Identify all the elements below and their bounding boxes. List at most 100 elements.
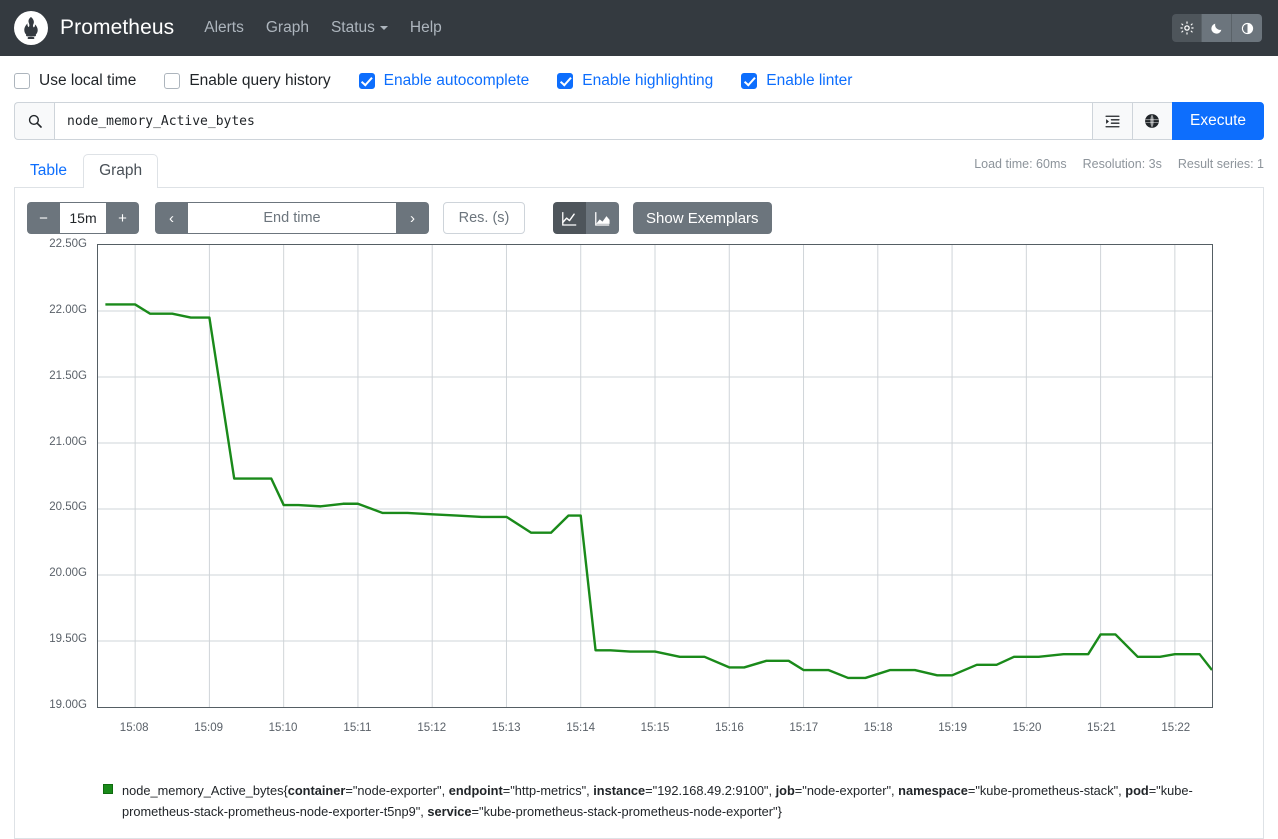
y-axis-tick-label: 20.50G [49, 501, 87, 513]
execute-button[interactable]: Execute [1172, 102, 1264, 140]
tab-graph[interactable]: Graph [83, 154, 158, 188]
enable-highlighting-label: Enable highlighting [582, 72, 713, 90]
option-enable-autocomplete[interactable]: Enable autocomplete [359, 72, 530, 90]
theme-dark-button[interactable] [1202, 14, 1232, 42]
y-axis-tick-label: 22.50G [49, 238, 87, 250]
x-axis-tick-label: 15:08 [120, 722, 149, 734]
load-time-text: Load time: 60ms [974, 157, 1066, 171]
metrics-explorer-button[interactable] [1132, 102, 1172, 140]
chart-type-line-button[interactable] [553, 202, 586, 234]
x-axis-tick-label: 15:20 [1013, 722, 1042, 734]
graph-panel: − 15m + ‹ End time › Res. (s) [14, 188, 1264, 839]
x-axis-tick-label: 15:12 [417, 722, 446, 734]
range-stepper: − 15m + [27, 202, 139, 234]
format-query-button[interactable] [1092, 102, 1132, 140]
range-input[interactable]: 15m [60, 202, 106, 234]
nav-link-graph-label: Graph [266, 19, 309, 37]
show-exemplars-label: Show Exemplars [646, 210, 759, 227]
range-increase-button[interactable]: + [106, 202, 139, 234]
theme-light-button[interactable] [1172, 14, 1202, 42]
line-chart-icon [561, 210, 578, 227]
option-enable-query-history[interactable]: Enable query history [164, 72, 330, 90]
x-axis-labels: 15:08 15:09 15:10 15:11 15:12 15:13 15:14 15:15… [97, 722, 1213, 740]
y-axis-tick-label: 19.00G [49, 699, 87, 711]
x-axis-tick-label: 15:22 [1161, 722, 1190, 734]
y-axis-tick-label: 20.00G [49, 567, 87, 579]
nav-link-alerts[interactable]: Alerts [204, 19, 244, 37]
prometheus-torch-icon [14, 11, 48, 45]
brand-name: Prometheus [60, 16, 174, 40]
result-series-text: Result series: 1 [1178, 157, 1264, 171]
end-time-input[interactable]: End time [188, 202, 396, 234]
y-axis-tick-label: 21.00G [49, 436, 87, 448]
chart-svg [98, 245, 1212, 707]
resolution-text: Resolution: 3s [1083, 157, 1162, 171]
legend-color-swatch [103, 784, 113, 794]
option-use-local-time[interactable]: Use local time [14, 72, 136, 90]
y-axis-tick-label: 21.50G [49, 370, 87, 382]
x-axis-tick-label: 15:16 [715, 722, 744, 734]
navbar: Prometheus Alerts Graph Status Help [0, 0, 1278, 56]
resolution-input[interactable]: Res. (s) [443, 202, 525, 234]
x-axis-tick-label: 15:21 [1087, 722, 1116, 734]
execute-button-label: Execute [1190, 112, 1246, 130]
brand[interactable]: Prometheus [14, 11, 174, 45]
chart-type-stacked-button[interactable] [586, 202, 619, 234]
chart-area: 19.00G 19.50G 20.00G 20.50G 21.00G 21.50G 22.0… [27, 244, 1251, 744]
x-axis-tick-label: 15:10 [269, 722, 298, 734]
tab-table[interactable]: Table [14, 154, 83, 188]
search-icon-addon [14, 102, 54, 140]
tabs-wrapper: Load time: 60ms Resolution: 3s Result se… [0, 152, 1278, 188]
enable-autocomplete-checkbox[interactable] [359, 73, 375, 89]
enable-query-history-label: Enable query history [189, 72, 330, 90]
x-axis-tick-label: 15:17 [789, 722, 818, 734]
use-local-time-checkbox[interactable] [14, 73, 30, 89]
query-meta: Load time: 60ms Resolution: 3s Result se… [974, 157, 1264, 171]
stacked-area-chart-icon [594, 210, 611, 227]
end-time-navigator: ‹ End time › [155, 202, 429, 234]
nav-link-alerts-label: Alerts [204, 19, 244, 37]
y-axis-labels: 19.00G 19.50G 20.00G 20.50G 21.00G 21.50G 22.0… [27, 244, 93, 724]
nav-link-status-label: Status [331, 19, 375, 37]
enable-highlighting-checkbox[interactable] [557, 73, 573, 89]
nav-link-graph[interactable]: Graph [266, 19, 309, 37]
use-local-time-label: Use local time [39, 72, 136, 90]
search-icon [27, 113, 43, 129]
query-input[interactable] [54, 102, 1092, 140]
x-axis-tick-label: 15:15 [641, 722, 670, 734]
nav-link-status[interactable]: Status [331, 19, 388, 37]
time-back-button[interactable]: ‹ [155, 202, 188, 234]
time-forward-button[interactable]: › [396, 202, 429, 234]
x-axis-tick-label: 15:11 [343, 722, 371, 734]
theme-toggle-group [1172, 14, 1262, 42]
globe-icon [1143, 112, 1161, 130]
graph-toolbar: − 15m + ‹ End time › Res. (s) [27, 202, 1251, 234]
y-axis-tick-label: 19.50G [49, 633, 87, 645]
x-axis-tick-label: 15:19 [938, 722, 967, 734]
enable-autocomplete-label: Enable autocomplete [384, 72, 530, 90]
nav-link-help-label: Help [410, 19, 442, 37]
enable-linter-checkbox[interactable] [741, 73, 757, 89]
chart-plot-area[interactable] [97, 244, 1213, 708]
half-circle-contrast-icon [1241, 22, 1254, 35]
nav-links: Alerts Graph Status Help [204, 19, 442, 37]
chart-legend: node_memory_Active_bytes{container="node… [27, 780, 1251, 822]
query-options-row: Use local time Enable query history Enab… [0, 56, 1278, 102]
y-axis-tick-label: 22.00G [49, 304, 87, 316]
format-indent-icon [1104, 113, 1121, 130]
option-enable-highlighting[interactable]: Enable highlighting [557, 72, 713, 90]
chevron-down-icon [380, 26, 388, 30]
show-exemplars-button[interactable]: Show Exemplars [633, 202, 772, 234]
theme-auto-button[interactable] [1232, 14, 1262, 42]
query-row: Execute [0, 102, 1278, 140]
option-enable-linter[interactable]: Enable linter [741, 72, 852, 90]
nav-link-help[interactable]: Help [410, 19, 442, 37]
sun-gear-icon [1180, 21, 1194, 35]
range-decrease-button[interactable]: − [27, 202, 60, 234]
chart-type-group [553, 202, 619, 234]
x-axis-tick-label: 15:09 [194, 722, 223, 734]
x-axis-tick-label: 15:13 [492, 722, 521, 734]
x-axis-tick-label: 15:14 [566, 722, 595, 734]
enable-query-history-checkbox[interactable] [164, 73, 180, 89]
legend-series-label[interactable]: node_memory_Active_bytes{container="node… [122, 780, 1212, 822]
